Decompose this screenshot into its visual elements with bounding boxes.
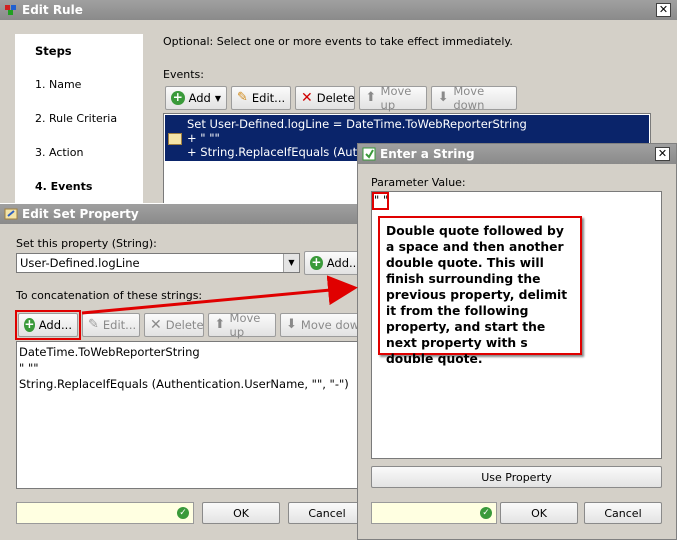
annotation-arrow	[81, 275, 358, 315]
